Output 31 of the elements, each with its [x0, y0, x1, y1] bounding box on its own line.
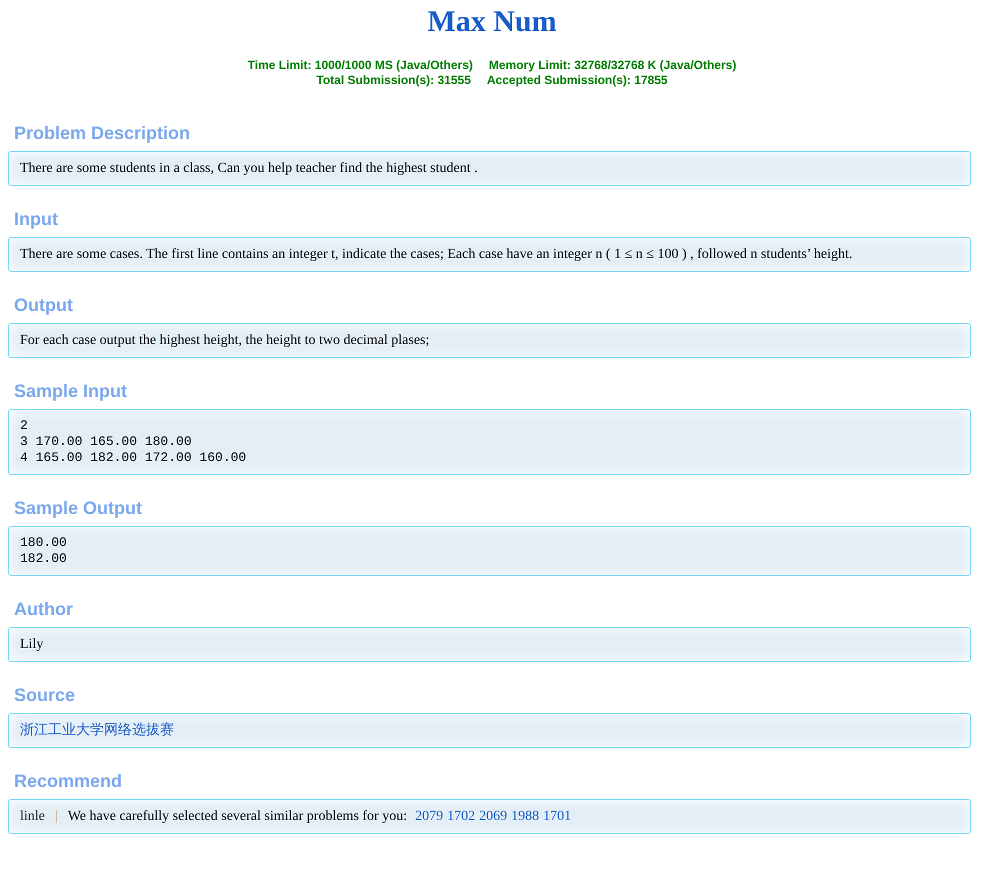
problem-link[interactable]: 2079 [415, 808, 444, 825]
code-line: 4 165.00 182.00 172.00 160.00 [20, 450, 248, 466]
stat-text: Memory Limit: 32768/32768 K (Java/Others) [488, 58, 736, 73]
body-text: There are some students in a class, Can you help teacher find the highest student . [20, 161, 478, 176]
section-heading: Output [14, 294, 74, 316]
code-line: 182.00 [20, 551, 68, 567]
body-text: For each case output the highest height, the height to two decimal plases; [20, 333, 430, 348]
problem-title: Max Num [426, 4, 558, 40]
code-line: 2 [20, 418, 29, 434]
code-line: 3 170.00 165.00 180.00 [20, 434, 193, 450]
problem-link[interactable]: 1701 [543, 808, 572, 825]
section-heading: Source [14, 684, 76, 706]
author-link[interactable]: linle [20, 808, 45, 825]
body-text: Lily [20, 637, 44, 652]
section-heading: Sample Output [14, 497, 144, 519]
section-heading: Problem Description [14, 122, 192, 144]
problem-link[interactable]: 1702 [447, 808, 476, 825]
problem-link[interactable]: 1988 [511, 808, 540, 825]
section-heading: Sample Input [14, 380, 128, 402]
stat-text: Total Submission(s): 31555 [316, 73, 471, 88]
body-text: We have carefully selected several similar problems for you: [68, 808, 408, 825]
code-line: 180.00 [20, 535, 68, 551]
problem-link[interactable]: 2069 [479, 808, 508, 825]
section-heading: Input [14, 208, 59, 230]
stat-text: Accepted Submission(s): 17855 [486, 73, 668, 88]
section-heading: Author [14, 598, 74, 620]
stat-text: Time Limit: 1000/1000 MS (Java/Others) [248, 58, 473, 73]
section-heading: Recommend [14, 770, 124, 792]
source-link[interactable]: 浙江工业大学网络选拔赛 [20, 723, 174, 738]
body-text: There are some cases. The first line contains an integer t, indicate the cases; Each case have an integer n ( 1 ≤ n ≤ 100 ) , followed n students’ height. [20, 247, 852, 262]
separator-text: | [54, 808, 58, 825]
